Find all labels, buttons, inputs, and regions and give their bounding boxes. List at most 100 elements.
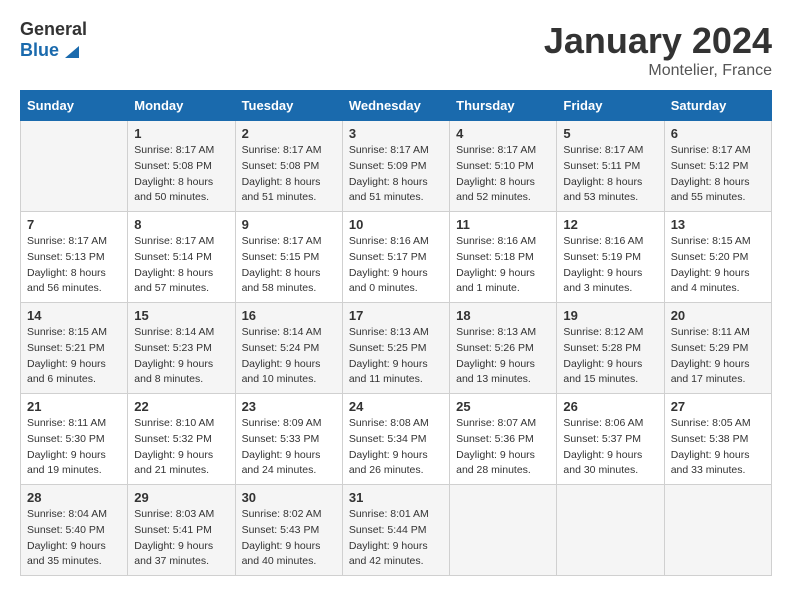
sunrise-text: Sunrise: 8:08 AM (349, 417, 429, 429)
calendar-day-cell: 29 Sunrise: 8:03 AM Sunset: 5:41 PM Dayl… (128, 485, 235, 576)
calendar-day-cell: 20 Sunrise: 8:11 AM Sunset: 5:29 PM Dayl… (664, 303, 771, 394)
day-number: 7 (27, 217, 121, 232)
day-detail: Sunrise: 8:17 AM Sunset: 5:09 PM Dayligh… (349, 143, 443, 206)
day-number: 13 (671, 217, 765, 232)
calendar-day-cell: 12 Sunrise: 8:16 AM Sunset: 5:19 PM Dayl… (557, 212, 664, 303)
day-number: 2 (242, 126, 336, 141)
calendar-day-cell: 19 Sunrise: 8:12 AM Sunset: 5:28 PM Dayl… (557, 303, 664, 394)
sunrise-text: Sunrise: 8:16 AM (563, 235, 643, 247)
sunrise-text: Sunrise: 8:11 AM (27, 417, 106, 429)
calendar-day-cell: 1 Sunrise: 8:17 AM Sunset: 5:08 PM Dayli… (128, 121, 235, 212)
sunset-text: Sunset: 5:38 PM (671, 433, 749, 445)
sunset-text: Sunset: 5:30 PM (27, 433, 105, 445)
calendar-week-row: 14 Sunrise: 8:15 AM Sunset: 5:21 PM Dayl… (21, 303, 772, 394)
sunset-text: Sunset: 5:13 PM (27, 251, 105, 263)
calendar-day-cell: 6 Sunrise: 8:17 AM Sunset: 5:12 PM Dayli… (664, 121, 771, 212)
header: General Blue January 2024 Montelier, Fra… (20, 20, 772, 80)
sunrise-text: Sunrise: 8:17 AM (27, 235, 107, 247)
calendar-week-row: 21 Sunrise: 8:11 AM Sunset: 5:30 PM Dayl… (21, 394, 772, 485)
day-number: 25 (456, 399, 550, 414)
sunrise-text: Sunrise: 8:17 AM (456, 144, 536, 156)
sunset-text: Sunset: 5:08 PM (242, 160, 320, 172)
day-detail: Sunrise: 8:03 AM Sunset: 5:41 PM Dayligh… (134, 507, 228, 570)
sunset-text: Sunset: 5:19 PM (563, 251, 641, 263)
calendar-day-cell: 23 Sunrise: 8:09 AM Sunset: 5:33 PM Dayl… (235, 394, 342, 485)
day-detail: Sunrise: 8:17 AM Sunset: 5:12 PM Dayligh… (671, 143, 765, 206)
sunset-text: Sunset: 5:10 PM (456, 160, 534, 172)
sunrise-text: Sunrise: 8:12 AM (563, 326, 643, 338)
day-number: 12 (563, 217, 657, 232)
day-number: 11 (456, 217, 550, 232)
daylight-text: Daylight: 9 hours and 26 minutes. (349, 449, 428, 477)
sunset-text: Sunset: 5:33 PM (242, 433, 320, 445)
daylight-text: Daylight: 9 hours and 30 minutes. (563, 449, 642, 477)
day-detail: Sunrise: 8:11 AM Sunset: 5:29 PM Dayligh… (671, 325, 765, 388)
day-detail: Sunrise: 8:13 AM Sunset: 5:25 PM Dayligh… (349, 325, 443, 388)
daylight-text: Daylight: 9 hours and 21 minutes. (134, 449, 213, 477)
sunrise-text: Sunrise: 8:01 AM (349, 508, 429, 520)
day-of-week-header: Saturday (664, 91, 771, 121)
day-number: 28 (27, 490, 121, 505)
day-detail: Sunrise: 8:17 AM Sunset: 5:14 PM Dayligh… (134, 234, 228, 297)
sunrise-text: Sunrise: 8:14 AM (242, 326, 322, 338)
sunrise-text: Sunrise: 8:15 AM (671, 235, 751, 247)
daylight-text: Daylight: 9 hours and 37 minutes. (134, 540, 213, 568)
calendar-day-cell: 28 Sunrise: 8:04 AM Sunset: 5:40 PM Dayl… (21, 485, 128, 576)
day-detail: Sunrise: 8:17 AM Sunset: 5:11 PM Dayligh… (563, 143, 657, 206)
day-number: 8 (134, 217, 228, 232)
calendar-day-cell: 7 Sunrise: 8:17 AM Sunset: 5:13 PM Dayli… (21, 212, 128, 303)
daylight-text: Daylight: 9 hours and 4 minutes. (671, 267, 750, 295)
daylight-text: Daylight: 8 hours and 50 minutes. (134, 176, 213, 204)
day-of-week-header: Thursday (450, 91, 557, 121)
day-number: 29 (134, 490, 228, 505)
daylight-text: Daylight: 8 hours and 56 minutes. (27, 267, 106, 295)
logo-general-text: General (20, 20, 87, 40)
day-detail: Sunrise: 8:16 AM Sunset: 5:18 PM Dayligh… (456, 234, 550, 297)
title-area: January 2024 Montelier, France (544, 20, 772, 80)
calendar-day-cell: 31 Sunrise: 8:01 AM Sunset: 5:44 PM Dayl… (342, 485, 449, 576)
day-detail: Sunrise: 8:01 AM Sunset: 5:44 PM Dayligh… (349, 507, 443, 570)
day-number: 1 (134, 126, 228, 141)
sunrise-text: Sunrise: 8:07 AM (456, 417, 536, 429)
day-detail: Sunrise: 8:16 AM Sunset: 5:19 PM Dayligh… (563, 234, 657, 297)
sunset-text: Sunset: 5:41 PM (134, 524, 212, 536)
daylight-text: Daylight: 9 hours and 6 minutes. (27, 358, 106, 386)
day-detail: Sunrise: 8:11 AM Sunset: 5:30 PM Dayligh… (27, 416, 121, 479)
sunrise-text: Sunrise: 8:17 AM (242, 144, 322, 156)
day-number: 5 (563, 126, 657, 141)
day-of-week-header: Sunday (21, 91, 128, 121)
daylight-text: Daylight: 9 hours and 0 minutes. (349, 267, 428, 295)
sunrise-text: Sunrise: 8:02 AM (242, 508, 322, 520)
sunset-text: Sunset: 5:43 PM (242, 524, 320, 536)
sunset-text: Sunset: 5:11 PM (563, 160, 640, 172)
sunrise-text: Sunrise: 8:10 AM (134, 417, 214, 429)
day-detail: Sunrise: 8:16 AM Sunset: 5:17 PM Dayligh… (349, 234, 443, 297)
day-number: 6 (671, 126, 765, 141)
calendar-day-cell: 13 Sunrise: 8:15 AM Sunset: 5:20 PM Dayl… (664, 212, 771, 303)
sunrise-text: Sunrise: 8:16 AM (456, 235, 536, 247)
sunset-text: Sunset: 5:36 PM (456, 433, 534, 445)
sunrise-text: Sunrise: 8:13 AM (456, 326, 536, 338)
sunset-text: Sunset: 5:32 PM (134, 433, 212, 445)
day-number: 10 (349, 217, 443, 232)
calendar-day-cell (21, 121, 128, 212)
day-number: 24 (349, 399, 443, 414)
daylight-text: Daylight: 9 hours and 35 minutes. (27, 540, 106, 568)
sunset-text: Sunset: 5:44 PM (349, 524, 427, 536)
sunset-text: Sunset: 5:17 PM (349, 251, 427, 263)
sunset-text: Sunset: 5:37 PM (563, 433, 641, 445)
daylight-text: Daylight: 8 hours and 51 minutes. (242, 176, 321, 204)
calendar-day-cell (664, 485, 771, 576)
sunrise-text: Sunrise: 8:17 AM (134, 144, 214, 156)
daylight-text: Daylight: 9 hours and 17 minutes. (671, 358, 750, 386)
sunrise-text: Sunrise: 8:17 AM (134, 235, 214, 247)
day-number: 16 (242, 308, 336, 323)
calendar-header-row: SundayMondayTuesdayWednesdayThursdayFrid… (21, 91, 772, 121)
calendar-day-cell (557, 485, 664, 576)
day-of-week-header: Tuesday (235, 91, 342, 121)
sunset-text: Sunset: 5:25 PM (349, 342, 427, 354)
location-title: Montelier, France (544, 62, 772, 80)
sunset-text: Sunset: 5:23 PM (134, 342, 212, 354)
day-detail: Sunrise: 8:15 AM Sunset: 5:20 PM Dayligh… (671, 234, 765, 297)
sunrise-text: Sunrise: 8:17 AM (671, 144, 751, 156)
